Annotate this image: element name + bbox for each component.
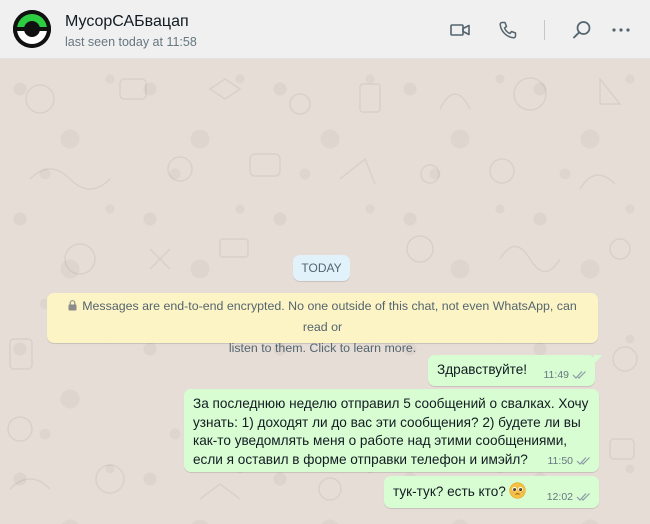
message-bubble[interactable]: Здравствуйте! 11:49 [428,355,602,386]
bubble-tail [594,355,602,364]
contact-info[interactable]: МусорСАБвацап last seen today at 11:58 [65,12,197,49]
message-time: 11:50 [547,455,574,467]
date-divider: TODAY [293,255,350,281]
chat-area[interactable]: TODAY Messages are end-to-end encrypted.… [0,59,650,524]
message-meta: 11:50 [548,455,593,467]
avatar[interactable] [13,10,51,48]
lock-icon [68,300,77,311]
encryption-notice[interactable]: Messages are end-to-end encrypted. No on… [47,293,598,355]
message-line: если я оставил в форме отправки телефон … [193,451,528,467]
video-call-icon[interactable] [449,19,471,41]
message-line: как-то уведомлять меня о работе над этим… [193,433,568,448]
search-icon[interactable] [571,19,593,41]
double-check-read-icon [576,493,590,501]
message-time: 12:02 [546,491,573,503]
message-text: Здравствуйте! [437,361,527,380]
contact-status: last seen today at 11:58 [65,35,197,49]
voice-call-icon[interactable] [497,19,519,41]
message-line: Здравствуйте! [437,362,528,377]
message-line: узнать: 1) доходят ли до вас эти сообщен… [193,414,581,430]
chat-header: МусорСАБвацап last seen today at 11:58 [0,0,650,59]
avatar-logo-icon [13,10,51,48]
encryption-notice-line1: Messages are end-to-end encrypted. No on… [82,299,577,334]
pleading-face-emoji [509,482,526,499]
contact-name: МусорСАБвацап [65,13,189,30]
message-meta: 12:02 [547,491,592,503]
header-divider [544,20,545,40]
message-line: тук-тук? есть кто? [393,484,506,499]
message-bubble[interactable]: тук-тук? есть кто? 12:02 [384,476,599,508]
message-bubble[interactable]: За последнюю неделю отправил 5 сообщений… [184,389,599,472]
message-text: тук-тук? есть кто? [393,482,526,502]
double-check-read-icon [576,457,590,465]
menu-icon[interactable] [610,19,632,41]
message-text: За последнюю неделю отправил 5 сообщений… [193,395,588,469]
message-meta: 11:49 [544,369,589,381]
double-check-read-icon [572,371,586,379]
message-line: За последнюю неделю отправил 5 сообщений… [193,396,589,411]
message-time: 11:49 [543,369,570,381]
